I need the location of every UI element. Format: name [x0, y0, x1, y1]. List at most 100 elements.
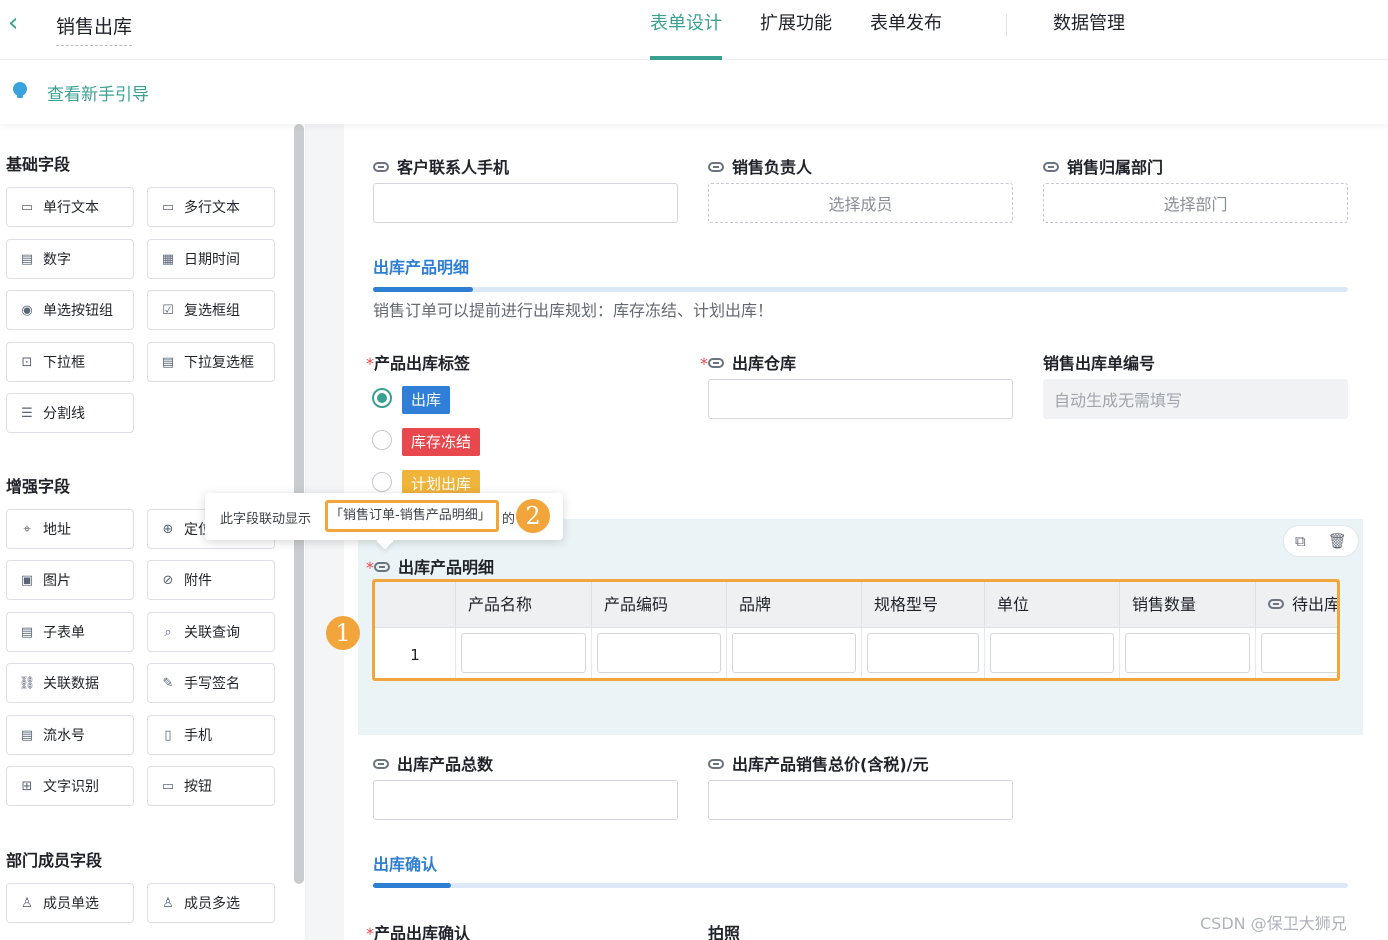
- tab-form-publish[interactable]: 表单发布: [870, 0, 942, 60]
- total-count-input[interactable]: [373, 780, 678, 820]
- users-icon: ♙: [162, 895, 174, 911]
- field-member-single[interactable]: ♙ 成员单选: [6, 883, 134, 923]
- copy-icon[interactable]: ⧉: [1295, 532, 1306, 550]
- total-price-input[interactable]: [708, 780, 1013, 820]
- field-related-data[interactable]: ⛓ 关联数据: [6, 663, 134, 703]
- link-icon: [373, 759, 389, 769]
- order-no-placeholder: 自动生成无需填写: [1054, 391, 1183, 410]
- table-cell: [861, 628, 984, 678]
- tooltip-prefix: 此字段联动显示: [220, 512, 312, 527]
- dropdown-icon: ⊡: [21, 354, 33, 370]
- field-related-query[interactable]: ⌕ 关联查询: [147, 612, 275, 652]
- subtable-actions: ⧉ 🗑: [1283, 525, 1359, 557]
- user-icon: ♙: [21, 895, 33, 911]
- cell-input[interactable]: [597, 633, 721, 673]
- field-label: 数字: [43, 252, 71, 268]
- field-dropdown-multi[interactable]: ▤ 下拉复选框: [147, 342, 275, 382]
- section-title-outbound-details: 出库产品明细: [373, 258, 470, 277]
- table-cell: [591, 628, 726, 678]
- section-title-outbound-confirm: 出库确认: [373, 855, 438, 874]
- field-member-multi[interactable]: ♙ 成员多选: [147, 883, 275, 923]
- field-datetime[interactable]: ▦ 日期时间: [147, 239, 275, 279]
- tooltip-highlight: 「销售订单-销售产品明细」: [325, 500, 499, 532]
- tab-form-design[interactable]: 表单设计: [650, 0, 722, 60]
- back-arrow-icon[interactable]: ‹: [8, 8, 28, 38]
- warehouse-input[interactable]: [708, 379, 1013, 419]
- sales-dept-label: 销售归属部门: [1043, 154, 1163, 178]
- subtable-label: * 出库产品明细: [366, 558, 495, 577]
- tab-extensions[interactable]: 扩展功能: [760, 0, 832, 60]
- cell-input[interactable]: [1261, 633, 1337, 673]
- table-cell: [726, 628, 861, 678]
- field-serial-number[interactable]: ▤ 流水号: [6, 715, 134, 755]
- enhanced-fields-title: 增强字段: [6, 477, 71, 496]
- subform-icon: ▤: [20, 624, 34, 640]
- customer-phone-label: 客户联系人手机: [373, 154, 509, 178]
- tab-data-management[interactable]: 数据管理: [1053, 0, 1125, 60]
- beginner-guide-link[interactable]: 查看新手引导: [47, 80, 149, 105]
- tag-stock-freeze[interactable]: 库存冻结: [402, 428, 481, 456]
- field-phone[interactable]: ▯ 手机: [147, 715, 275, 755]
- link-icon: [1043, 162, 1059, 172]
- field-label: 关联查询: [184, 625, 240, 641]
- picker-placeholder: 选择成员: [828, 195, 893, 214]
- cell-input[interactable]: [732, 633, 856, 673]
- number-icon: ▤: [20, 251, 34, 267]
- sales-owner-label: 销售负责人: [708, 154, 812, 178]
- field-dropdown[interactable]: ⊡ 下拉框: [6, 342, 134, 382]
- column-header: 品牌: [726, 582, 861, 628]
- subtable-header-row: 产品名称 产品编码 品牌 规格型号 单位 销售数量 待出库数: [375, 582, 1337, 628]
- phone-icon: ▯: [164, 727, 172, 743]
- field-divider[interactable]: ☰ 分割线: [6, 393, 134, 433]
- field-address[interactable]: ⌖ 地址: [6, 509, 134, 549]
- sales-owner-picker[interactable]: 选择成员: [708, 183, 1013, 223]
- field-label: 下拉框: [43, 355, 85, 371]
- cell-input[interactable]: [1125, 633, 1250, 673]
- app-title[interactable]: 销售出库: [56, 12, 133, 46]
- field-label: 下拉复选框: [184, 355, 254, 371]
- image-icon: ▣: [20, 572, 34, 588]
- field-attachment[interactable]: ⊘ 附件: [147, 560, 275, 600]
- column-header: 规格型号: [861, 582, 984, 628]
- field-label: 日期时间: [184, 252, 240, 268]
- radio-icon: ◉: [21, 302, 33, 318]
- location-pin-icon: ⌖: [23, 521, 31, 537]
- field-checkbox-group[interactable]: ☑ 复选框组: [147, 290, 275, 330]
- dropdown-multi-icon: ▤: [161, 354, 175, 370]
- customer-phone-input[interactable]: [373, 183, 678, 223]
- field-radio-group[interactable]: ◉ 单选按钮组: [6, 290, 134, 330]
- field-button[interactable]: ▭ 按钮: [147, 766, 275, 806]
- cell-input[interactable]: [990, 633, 1114, 673]
- link-icon: [1268, 599, 1284, 609]
- field-label: 地址: [43, 522, 71, 538]
- order-no-label: 销售出库单编号: [1043, 354, 1156, 373]
- radio-outbound[interactable]: [372, 388, 392, 408]
- field-subform[interactable]: ▤ 子表单: [6, 612, 134, 652]
- search-link-icon: ⌕: [164, 624, 172, 640]
- field-multi-line-text[interactable]: ▭ 多行文本: [147, 187, 275, 227]
- radio-planned-outbound[interactable]: [372, 472, 392, 492]
- field-label: 子表单: [43, 625, 85, 641]
- sales-dept-picker[interactable]: 选择部门: [1043, 183, 1348, 223]
- radio-stock-freeze[interactable]: [372, 430, 392, 450]
- tag-outbound[interactable]: 出库: [402, 386, 451, 414]
- field-image[interactable]: ▣ 图片: [6, 560, 134, 600]
- field-label: 手写签名: [184, 676, 240, 692]
- link-data-icon: ⛓: [18, 675, 36, 691]
- field-number[interactable]: ▤ 数字: [6, 239, 134, 279]
- delete-icon[interactable]: 🗑: [1328, 532, 1347, 550]
- field-label: 多行文本: [184, 200, 240, 216]
- warehouse-label: * 出库仓库: [700, 354, 797, 373]
- serial-number-icon: ▤: [20, 727, 34, 743]
- cell-input[interactable]: [461, 633, 586, 673]
- cell-input[interactable]: [867, 633, 979, 673]
- section-description: 销售订单可以提前进行出库规划：库存冻结、计划出库！: [373, 301, 774, 320]
- field-signature[interactable]: ✎ 手写签名: [147, 663, 275, 703]
- field-single-line-text[interactable]: ▭ 单行文本: [6, 187, 134, 227]
- link-icon: [373, 162, 389, 172]
- basic-fields-title: 基础字段: [6, 155, 71, 174]
- order-no-input: 自动生成无需填写: [1043, 379, 1348, 419]
- subtable-highlight-frame: 产品名称 产品编码 品牌 规格型号 单位 销售数量 待出库数 1: [372, 579, 1340, 681]
- field-ocr[interactable]: ⊞ 文字识别: [6, 766, 134, 806]
- field-label: 流水号: [43, 728, 85, 744]
